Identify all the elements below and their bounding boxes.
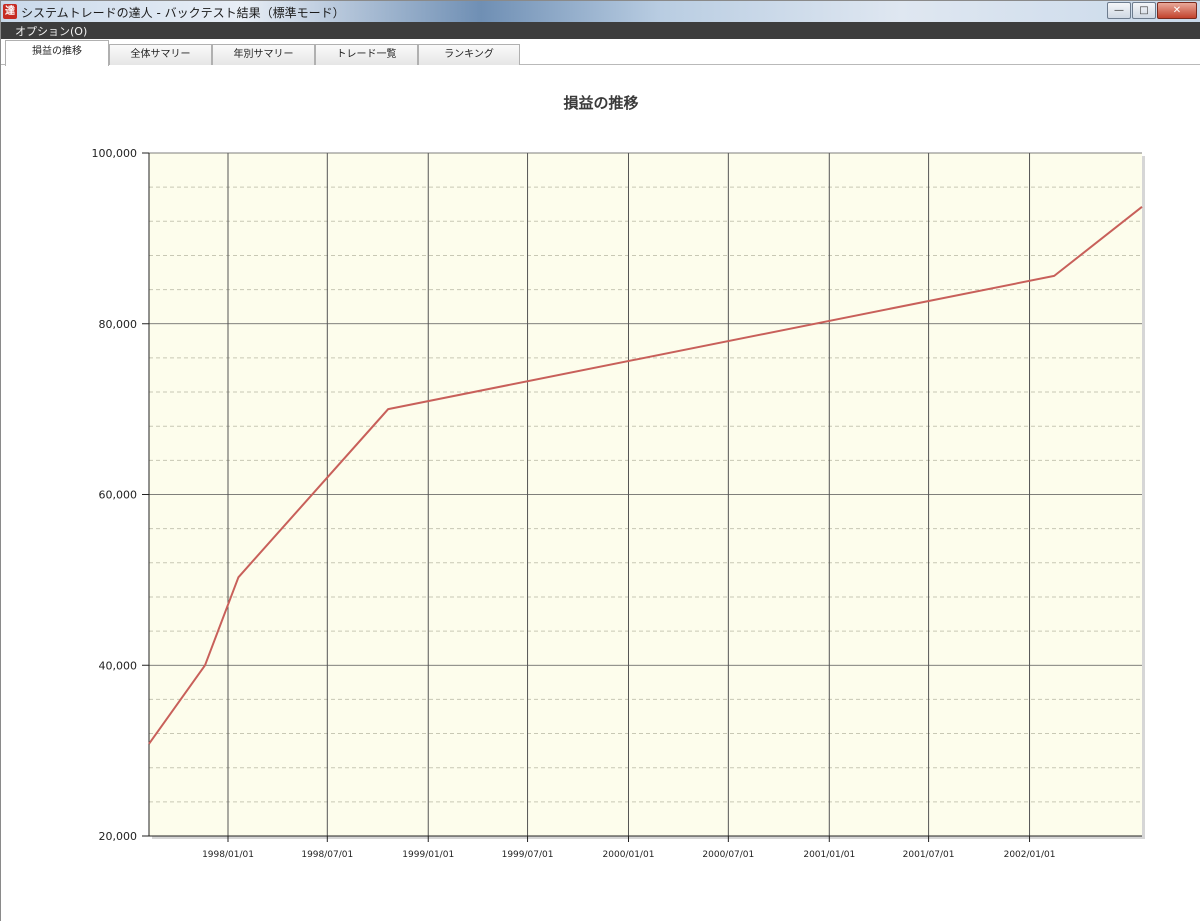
- menu-bar: オプション(O): [1, 22, 1200, 39]
- window-title: システムトレードの達人 - バックテスト結果（標準モード）: [21, 6, 345, 20]
- y-tick-label: 20,000: [99, 830, 138, 843]
- close-button[interactable]: ✕: [1157, 2, 1197, 19]
- tab-overall-summary[interactable]: 全体サマリー: [109, 44, 212, 65]
- window-controls: — □ ✕: [1106, 2, 1197, 19]
- x-tick-label: 2000/01/01: [603, 850, 655, 860]
- tab-profit-trend[interactable]: 損益の推移: [5, 40, 109, 66]
- x-tick-label: 1998/07/01: [301, 850, 353, 860]
- maximize-button[interactable]: □: [1132, 2, 1156, 19]
- y-tick-label: 60,000: [99, 489, 138, 502]
- app-window: 達 システムトレードの達人 - バックテスト結果（標準モード） — □ ✕ オプ…: [0, 0, 1200, 922]
- x-tick-label: 1998/01/01: [202, 850, 254, 860]
- y-tick-label: 80,000: [99, 318, 138, 331]
- x-tick-label: 1999/07/01: [502, 850, 554, 860]
- x-tick-label: 2001/01/01: [803, 850, 855, 860]
- tab-ranking[interactable]: ランキング: [418, 44, 520, 65]
- x-tick-label: 2001/07/01: [903, 850, 955, 860]
- profit-chart: 20,000 40,000 60,000 80,000 100,000 1998/01/0…: [92, 147, 1145, 860]
- tab-strip: 損益の推移 全体サマリー 年別サマリー トレード一覧 ランキング: [1, 39, 1200, 66]
- x-tick-label: 2000/07/01: [702, 850, 754, 860]
- chart-panel: 損益の推移 20,000 40,000 60,000 80,000 100,000 199…: [1, 65, 1200, 922]
- y-tick-label: 40,000: [99, 659, 138, 672]
- y-tick-label: 100,000: [92, 147, 138, 160]
- x-tick-label: 1999/01/01: [402, 850, 454, 860]
- app-logo-icon: 達: [3, 4, 17, 19]
- x-tick-label: 2002/01/01: [1004, 850, 1056, 860]
- tab-yearly-summary[interactable]: 年別サマリー: [212, 44, 315, 65]
- minimize-button[interactable]: —: [1107, 2, 1131, 19]
- menu-item-options[interactable]: オプション(O): [15, 23, 87, 39]
- title-bar[interactable]: 達 システムトレードの達人 - バックテスト結果（標準モード） — □ ✕: [1, 1, 1200, 22]
- tab-trade-list[interactable]: トレード一覧: [315, 44, 418, 65]
